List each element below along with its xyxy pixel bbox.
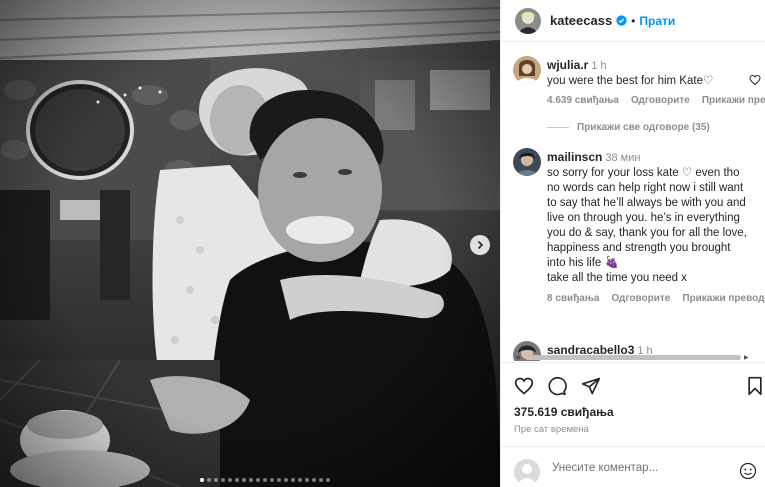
current-user-avatar (514, 459, 540, 485)
post-timestamp[interactable]: Пре сат времена (514, 424, 589, 435)
carousel-dot (263, 478, 267, 482)
carousel-dot (270, 478, 274, 482)
next-slide-button[interactable] (470, 235, 490, 255)
follow-button[interactable]: Прати (639, 14, 675, 28)
heart-outline-icon[interactable] (514, 376, 534, 401)
carousel-dot (200, 478, 204, 482)
chevron-right-icon (475, 240, 485, 250)
comment-username[interactable]: wjulia.r (547, 58, 588, 72)
commenter-avatar[interactable] (513, 56, 541, 84)
carousel-dot (256, 478, 260, 482)
paper-plane-icon[interactable] (581, 376, 601, 401)
carousel-dot (319, 478, 323, 482)
carousel-dot (284, 478, 288, 482)
carousel-dot (249, 478, 253, 482)
post-side-panel: kateecass • Прати wjulia.r 1 h you were t… (500, 0, 765, 487)
comment-text: you were the best for him Kate♡ (547, 75, 714, 87)
carousel-dot (228, 478, 232, 482)
view-replies-button[interactable]: Прикажи све одговоре (35) (547, 122, 710, 133)
comment-input[interactable] (552, 462, 722, 474)
comments-scrollbar[interactable]: ◀ ▶ (515, 353, 751, 361)
post-actions (501, 362, 765, 402)
likes-count[interactable]: 375.619 свиђања (514, 405, 614, 419)
comment-likes[interactable]: 4.639 свиђања (547, 95, 619, 106)
carousel-dot (242, 478, 246, 482)
post-header: kateecass • Прати (501, 0, 765, 42)
smiley-icon[interactable] (739, 462, 757, 485)
carousel-dot (326, 478, 330, 482)
view-replies-label: Прикажи све одговоре (35) (577, 122, 710, 133)
post-image (0, 0, 500, 487)
author-username[interactable]: kateecass (550, 13, 612, 28)
carousel-indicator (200, 478, 330, 482)
comment-time[interactable]: 1 h (591, 60, 606, 72)
carousel-dot (305, 478, 309, 482)
comment-likes[interactable]: 8 свиђања (547, 293, 600, 304)
heart-outline-icon[interactable] (749, 73, 761, 91)
comment-time[interactable]: 38 мин (605, 152, 640, 164)
carousel-dot (235, 478, 239, 482)
bookmark-icon[interactable] (746, 376, 764, 401)
carousel-dot (312, 478, 316, 482)
reply-button[interactable]: Одговорите (631, 95, 690, 106)
author-avatar[interactable] (515, 7, 541, 34)
scrollbar-thumb[interactable] (525, 354, 741, 360)
comments-list[interactable]: wjulia.r 1 h you were the best for him Ka… (501, 43, 765, 361)
commenter-avatar[interactable] (513, 148, 541, 176)
replies-divider (547, 127, 569, 128)
reply-button[interactable]: Одговорите (612, 293, 671, 304)
scroll-right-icon[interactable]: ▶ (744, 354, 749, 361)
comment-text: so sorry for your loss kate ♡ even tho n… (547, 167, 747, 284)
carousel-dot (277, 478, 281, 482)
add-comment-bar (501, 446, 765, 487)
verified-badge-icon (616, 15, 627, 26)
translate-button[interactable]: Прикажи превод (682, 293, 764, 304)
header-separator: • (631, 13, 636, 28)
scroll-left-icon[interactable]: ◀ (515, 354, 520, 361)
post-photo (0, 0, 500, 487)
carousel-dot (298, 478, 302, 482)
carousel-dot (207, 478, 211, 482)
translate-button[interactable]: Прикажи превод (702, 95, 765, 106)
carousel-dot (291, 478, 295, 482)
comment-username[interactable]: mailinscn (547, 150, 602, 164)
carousel-dot (214, 478, 218, 482)
carousel-dot (221, 478, 225, 482)
comment-bubble-icon[interactable] (547, 376, 567, 401)
